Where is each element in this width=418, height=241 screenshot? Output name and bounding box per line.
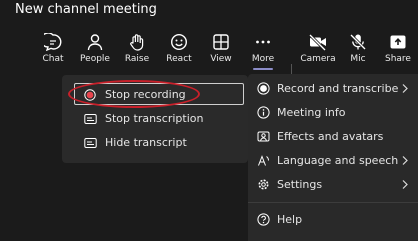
chevron-right-icon: [402, 180, 408, 189]
more-button[interactable]: More: [243, 28, 283, 72]
menu-item-label: Help: [277, 213, 303, 226]
smiley-icon: [170, 33, 188, 51]
menu-item-record-and-transcribe[interactable]: Record and transcribe: [248, 77, 418, 101]
hand-icon: [130, 34, 144, 51]
info-icon: [257, 106, 270, 119]
help-icon: [257, 213, 270, 226]
stop-transcription-item[interactable]: Stop transcription: [62, 107, 248, 131]
stop-transcription-label: Stop transcription: [105, 112, 204, 125]
chevron-right-icon: [402, 84, 408, 93]
hide-transcript-label: Hide transcript: [105, 136, 187, 149]
language-icon: [258, 155, 269, 166]
chat-button[interactable]: Chat: [33, 28, 73, 72]
active-indicator: [253, 68, 273, 70]
grid-icon: [213, 34, 229, 50]
window-title: New channel meeting: [15, 2, 157, 17]
gear-icon: [258, 179, 269, 190]
menu-item-language-and-speech[interactable]: Language and speech: [248, 149, 418, 173]
camera-button[interactable]: Camera: [298, 28, 338, 72]
share-label: Share: [385, 54, 411, 64]
menu-item-label: Effects and avatars: [277, 130, 384, 143]
record-icon: [257, 82, 270, 95]
meeting-toolbar: Chat People Raise React View More Camera…: [0, 28, 418, 92]
more-label: More: [251, 54, 275, 64]
menu-item-help[interactable]: Help: [248, 208, 418, 232]
annotation-circle: [68, 80, 200, 108]
mic-button[interactable]: Mic: [338, 28, 378, 72]
chevron-right-icon: [402, 156, 408, 165]
transcript-icon: [84, 138, 97, 148]
chat-icon: [44, 33, 62, 51]
menu-divider: [248, 202, 418, 203]
menu-item-effects-and-avatars[interactable]: Effects and avatars: [248, 125, 418, 149]
hide-transcript-item[interactable]: Hide transcript: [62, 131, 248, 155]
transcript-icon: [84, 114, 97, 124]
raise-hand-button[interactable]: Raise: [117, 28, 157, 72]
menu-item-label: Meeting info: [277, 106, 346, 119]
ellipsis-icon: [256, 40, 270, 44]
menu-item-settings[interactable]: Settings: [248, 173, 418, 197]
camera-off-icon: [308, 33, 327, 51]
menu-item-meeting-info[interactable]: Meeting info: [248, 101, 418, 125]
mic-off-icon: [349, 33, 367, 51]
react-button[interactable]: React: [159, 28, 199, 72]
menu-item-label: Language and speech: [277, 154, 399, 167]
menu-item-label: Settings: [277, 178, 323, 191]
share-button[interactable]: Share: [378, 28, 418, 72]
menu-item-label: Record and transcribe: [277, 82, 399, 95]
more-menu: Record and transcribe Meeting info Effec…: [248, 74, 418, 241]
title-bar: New channel meeting: [0, 0, 418, 24]
people-icon: [87, 34, 103, 51]
effects-icon: [257, 131, 270, 142]
share-icon: [390, 35, 406, 49]
view-button[interactable]: View: [201, 28, 241, 72]
people-button[interactable]: People: [75, 28, 115, 72]
